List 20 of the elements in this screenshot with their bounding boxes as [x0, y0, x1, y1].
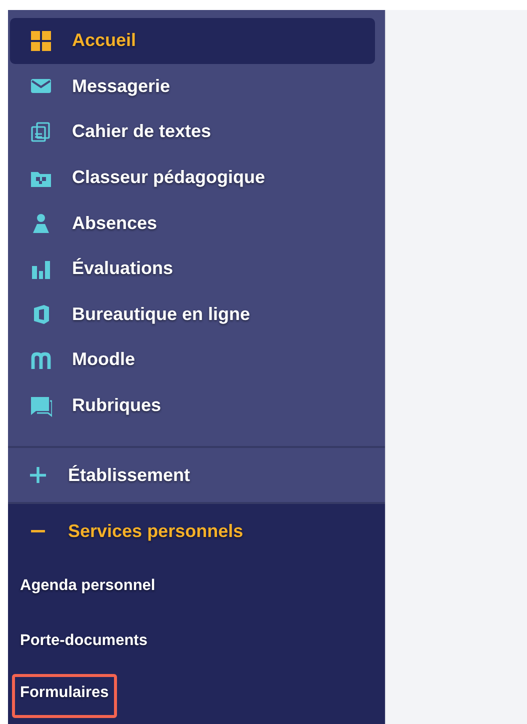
- minus-icon: [30, 530, 46, 533]
- submenu-link[interactable]: Porte-documents: [12, 613, 156, 668]
- sidebar-item[interactable]: Messagerie: [10, 64, 375, 110]
- submenu-link[interactable]: Agenda personnel: [12, 558, 164, 614]
- sidebar-item[interactable]: Moodle: [10, 337, 375, 383]
- sidebar-item[interactable]: Absences: [10, 200, 375, 246]
- plus-icon: [30, 467, 46, 484]
- sidebar-item[interactable]: Cahier de textes: [10, 109, 375, 155]
- sidebar-item[interactable]: Classeur pédagogique: [10, 154, 375, 200]
- sidebar-item[interactable]: Bureautique en ligne: [10, 292, 375, 338]
- person-icon: [30, 212, 52, 234]
- section-header[interactable]: Établissement: [8, 448, 385, 502]
- sidebar-item[interactable]: Accueil: [10, 18, 375, 64]
- chat-icon: [30, 394, 52, 417]
- submenu-link[interactable]: Formulaires: [12, 674, 117, 718]
- calendar-icon: [30, 120, 52, 143]
- sidebar-item[interactable]: Rubriques: [10, 382, 375, 428]
- sidebar-item[interactable]: Évaluations: [10, 246, 375, 292]
- grid-icon: [30, 30, 52, 52]
- section-header[interactable]: Services personnels: [8, 504, 385, 558]
